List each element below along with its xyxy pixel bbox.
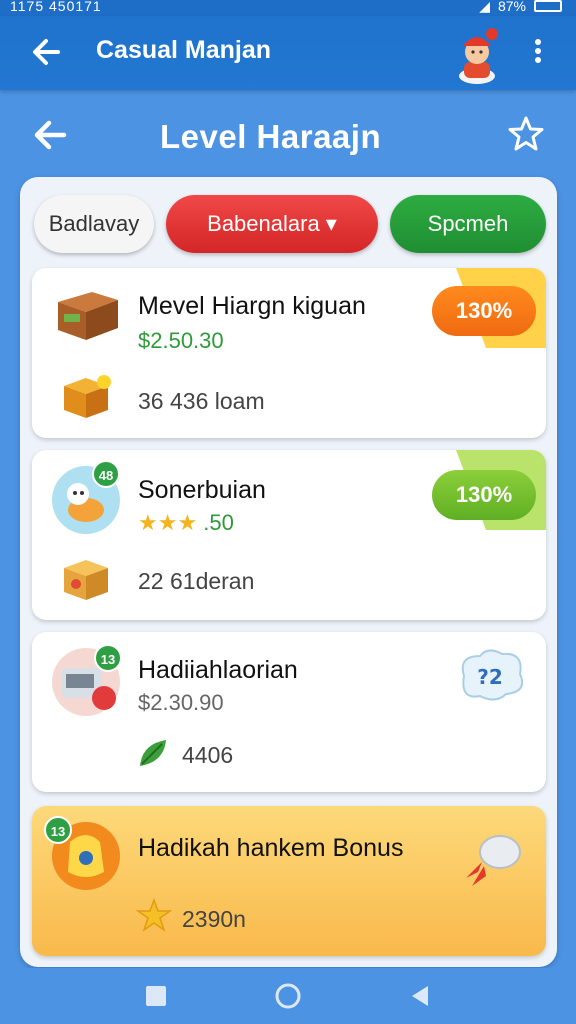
card-3-level-badge: 13 [94,644,122,672]
signal-icon: ◢ [479,0,490,14]
back-arrow-icon[interactable] [28,32,68,72]
card-1-price: $2.50.30 [138,328,224,354]
card-2-badge: 130% [432,470,536,520]
card-1-name: Mevel Hiargn kiguan [138,292,366,320]
help-bubble-icon[interactable]: ?2 [450,646,530,712]
filter-chip-dropdown[interactable]: Babenalara ▾ [166,195,378,253]
page-title: Level Haraajn [160,118,382,155]
level-card-3[interactable]: 13 Hadiiahlaorian $2.30.90 ?2 4406 [32,632,546,792]
card-1-stat: 36 436 loam [138,388,265,415]
more-options-icon[interactable] [526,36,550,72]
card-1-stat-label: 436 loam [169,388,265,414]
card-2-stat-value: 22 [138,568,164,594]
app-title: Casual Manjan [96,36,272,64]
recents-icon[interactable] [142,982,170,1010]
card-2-name: Sonerbuian [138,476,266,504]
avatar[interactable] [452,26,502,84]
card-3-name: Hadiiahlaorian [138,656,298,684]
card-1-badge: 130% [432,286,536,336]
card-2-stat-label: 61deran [169,568,255,594]
card-3-price: $2.30.90 [138,690,224,715]
home-icon[interactable] [274,982,302,1010]
rating-stars-icon: ★★★ [138,510,198,535]
crate-icon [58,292,118,340]
battery-icon [534,0,562,12]
star-icon [136,898,172,932]
page-header: Level Haraajn [0,90,576,180]
leaf-icon [140,740,166,766]
battery-text: 87% [497,0,526,14]
system-nav-bar [0,968,576,1024]
box-icon [64,375,111,418]
card-2-price-text: .50 [203,510,234,535]
status-right: ◢ 87% [479,0,562,14]
card-1-price-text: $2.50.30 [138,328,224,353]
card-2-stat: 22 61deran [138,568,254,595]
card-2-price: ★★★ .50 [138,510,234,536]
app-bar: Casual Manjan [0,16,576,90]
card-3-stat-value: 4406 [182,742,234,768]
svg-text:?2: ?2 [477,665,503,689]
bonus-card-name: Hadikah hankem Bonus [138,834,404,862]
page-back-icon[interactable] [30,114,72,156]
filter-chip-1[interactable]: Badlavay [34,195,154,253]
back-nav-icon[interactable] [406,982,434,1010]
star-outline-icon[interactable] [506,114,546,154]
level-card-1[interactable]: Mevel Hiargn kiguan $2.50.30 130% 36 436… [32,268,546,438]
bonus-card[interactable]: 13 Hadikah hankem Bonus 2390n [32,806,546,956]
bonus-level-badge: 13 [44,816,72,844]
filter-chip-3[interactable]: Spcmeh [390,195,546,253]
status-left-text: 1175 450171 [10,0,102,14]
status-bar: 1175 450171 ◢ 87% [0,0,576,16]
level-card-2[interactable]: 48 Sonerbuian ★★★ .50 130% 22 61deran [32,450,546,620]
card-2-level-badge: 48 [92,460,120,488]
box-icon [64,560,108,600]
card-1-stat-value: 36 [138,388,164,414]
bonus-stat-value: 2390n [182,906,246,932]
rocket-icon [466,835,521,886]
